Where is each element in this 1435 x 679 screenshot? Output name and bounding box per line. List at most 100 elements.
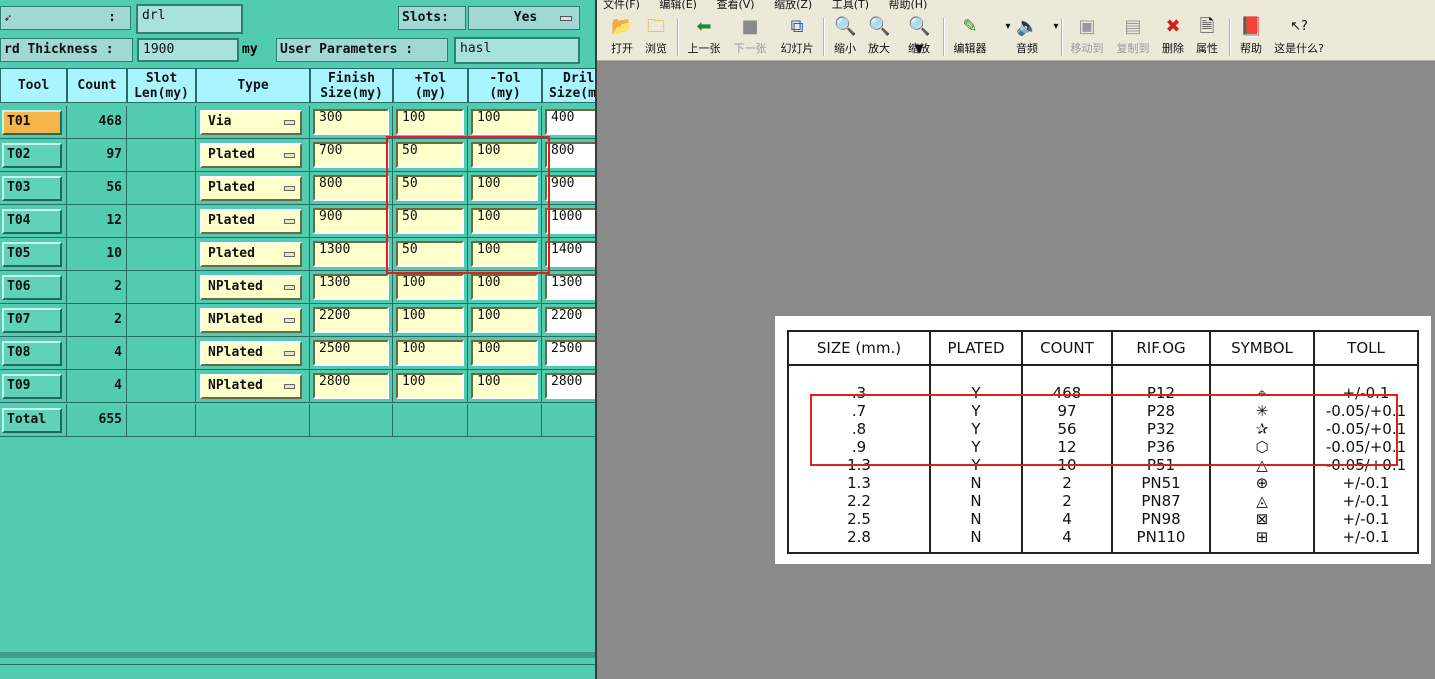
type-dropdown[interactable]: Plated xyxy=(200,209,302,234)
next-button[interactable]: ■ 下一张 xyxy=(731,16,769,58)
finish-size-input[interactable]: 1300 xyxy=(313,274,389,300)
col-header-slot-len: Slot Len(my) xyxy=(127,68,196,103)
tool-button[interactable]: T01 xyxy=(2,110,62,135)
total-button[interactable]: Total xyxy=(2,408,62,433)
doc-cell-symbol: ⊕ xyxy=(1209,474,1315,492)
drill-size-input[interactable]: 2200 xyxy=(545,307,595,333)
drill-size-input[interactable]: 1400 xyxy=(545,241,595,267)
slot-len-cell xyxy=(127,304,196,337)
menu-help[interactable]: 帮助(H) xyxy=(889,0,928,11)
type-dropdown[interactable]: Plated xyxy=(200,143,302,168)
type-dropdown[interactable]: NPlated xyxy=(200,308,302,333)
copy-to-icon: ▤ xyxy=(1124,16,1142,37)
plus-tol-input[interactable]: 100 xyxy=(396,274,464,300)
dropdown-arrow-icon xyxy=(560,16,572,21)
prev-label: 上一张 xyxy=(687,42,721,55)
doc-header-plated: PLATED xyxy=(929,330,1023,366)
dropdown-arrow-icon xyxy=(284,252,295,257)
doc-cell-count: 2 xyxy=(1021,492,1113,510)
col-header-slot-line1: Slot xyxy=(145,71,178,86)
properties-label: 属性 xyxy=(1196,42,1218,55)
slot-len-cell xyxy=(127,271,196,304)
drill-size-input[interactable]: 900 xyxy=(545,175,595,201)
type-dropdown[interactable]: Plated xyxy=(200,242,302,267)
doc-cell-rif: PN51 xyxy=(1111,474,1211,492)
drill-size-input[interactable]: 800 xyxy=(545,142,595,168)
tool-button[interactable]: T03 xyxy=(2,176,62,201)
plus-tol-input[interactable]: 100 xyxy=(396,109,464,135)
drill-size-input[interactable]: 2500 xyxy=(545,340,595,366)
plus-tol-input[interactable]: 100 xyxy=(396,340,464,366)
zoom-in-button[interactable]: 🔍 放大 xyxy=(865,16,893,58)
plus-tol-input[interactable]: 100 xyxy=(396,373,464,399)
thickness-unit: my xyxy=(242,42,258,57)
tool-button[interactable]: T05 xyxy=(2,242,62,267)
zoom-out-button[interactable]: 🔍 缩小 xyxy=(831,16,859,58)
finish-size-input[interactable]: 2500 xyxy=(313,340,389,366)
help-button[interactable]: 📕 帮助 xyxy=(1237,16,1265,58)
drill-size-input[interactable]: 400 xyxy=(545,109,595,135)
slots-dropdown[interactable]: Yes xyxy=(468,6,580,30)
type-dropdown[interactable]: NPlated xyxy=(200,374,302,399)
editor-button[interactable]: ✎ 编辑器 xyxy=(949,16,991,58)
tool-button[interactable]: T02 xyxy=(2,143,62,168)
menu-edit[interactable]: 编辑(E) xyxy=(659,0,697,11)
col-header-drill-size: Dril Size(m xyxy=(542,68,595,103)
folder-open-icon: 📂 xyxy=(611,16,634,37)
finish-size-input[interactable]: 2200 xyxy=(313,307,389,333)
toolbar-separator xyxy=(943,18,945,56)
minus-tol-input[interactable]: 100 xyxy=(471,373,538,399)
col-header-plus-tol: +Tol (my) xyxy=(393,68,468,103)
user-parameters-field[interactable]: hasl xyxy=(454,37,580,64)
drill-size-input[interactable]: 1000 xyxy=(545,208,595,234)
finish-size-input[interactable]: 1300 xyxy=(313,241,389,267)
open-button[interactable]: 📂 打开 xyxy=(607,16,637,58)
minus-tol-input[interactable]: 100 xyxy=(471,109,538,135)
type-dropdown[interactable]: Plated xyxy=(200,176,302,201)
minus-tol-input[interactable]: 100 xyxy=(471,274,538,300)
file-name-field[interactable]: drl xyxy=(136,4,243,34)
minus-tol-input[interactable]: 100 xyxy=(471,307,538,333)
plus-tol-input[interactable]: 100 xyxy=(396,307,464,333)
tool-button[interactable]: T06 xyxy=(2,275,62,300)
audio-dropdown[interactable]: ▾ xyxy=(1045,16,1058,58)
job-selector[interactable]: ➶ : xyxy=(0,6,131,30)
toolbar-separator xyxy=(823,18,825,56)
finish-size-input[interactable]: 800 xyxy=(313,175,389,201)
delete-button[interactable]: ✖ 删除 xyxy=(1159,16,1187,58)
minus-tol-input[interactable]: 100 xyxy=(471,340,538,366)
drill-size-input[interactable]: 2800 xyxy=(545,373,595,399)
move-to-button[interactable]: ▣ 移动到 xyxy=(1067,16,1107,58)
menu-view[interactable]: 查看(V) xyxy=(716,0,754,11)
zoom-button[interactable]: 🔍▾ 缩放 xyxy=(901,16,937,59)
tool-button[interactable]: T04 xyxy=(2,209,62,234)
slideshow-button[interactable]: ⧉ 幻灯片 xyxy=(777,16,817,58)
dropdown-arrow-icon xyxy=(284,186,295,191)
col-header-tool: Tool xyxy=(0,68,67,103)
audio-button[interactable]: 🔈 音频 xyxy=(1013,16,1041,58)
drill-size-input[interactable]: 1300 xyxy=(545,274,595,300)
type-dropdown[interactable]: NPlated xyxy=(200,275,302,300)
tool-button[interactable]: T07 xyxy=(2,308,62,333)
type-dropdown[interactable]: NPlated xyxy=(200,341,302,366)
finish-size-input[interactable]: 300 xyxy=(313,109,389,135)
menu-zoom[interactable]: 缩放(Z) xyxy=(774,0,812,11)
col-header-finish-line2: Size(my) xyxy=(320,86,383,101)
browse-button[interactable]: 🗀 浏览 xyxy=(641,16,671,58)
properties-button[interactable]: 🗎 属性 xyxy=(1193,16,1221,58)
finish-size-input[interactable]: 700 xyxy=(313,142,389,168)
horizontal-scrollbar[interactable] xyxy=(0,664,595,679)
board-thickness-field[interactable]: 1900 xyxy=(137,38,239,62)
copy-to-button[interactable]: ▤ 复制到 xyxy=(1113,16,1153,58)
prev-button[interactable]: ⬅ 上一张 xyxy=(685,16,723,58)
whats-this-button[interactable]: ↖? 这是什么? xyxy=(1271,16,1327,58)
menu-file[interactable]: 文件(F) xyxy=(603,0,640,11)
cursor-icon: ➶ xyxy=(4,11,12,25)
finish-size-input[interactable]: 2800 xyxy=(313,373,389,399)
menu-tools[interactable]: 工具(T) xyxy=(832,0,869,11)
tool-button[interactable]: T09 xyxy=(2,374,62,399)
tool-button[interactable]: T08 xyxy=(2,341,62,366)
editor-dropdown[interactable]: ▾ xyxy=(997,16,1010,58)
finish-size-input[interactable]: 900 xyxy=(313,208,389,234)
type-dropdown[interactable]: Via xyxy=(200,110,302,135)
